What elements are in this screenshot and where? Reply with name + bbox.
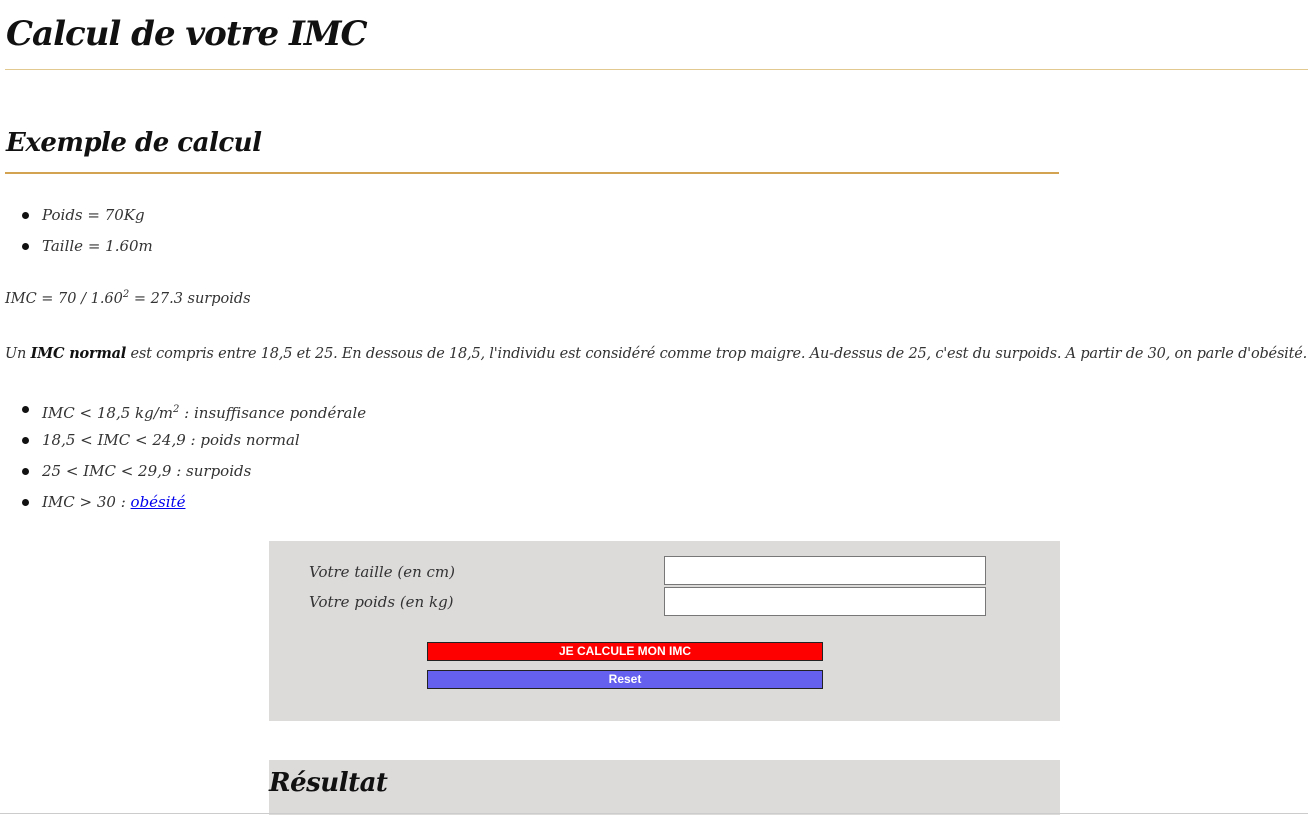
bullet-icon xyxy=(22,243,29,250)
weight-label: Votre poids (en kg) xyxy=(309,593,454,611)
result-title: Résultat xyxy=(269,768,388,798)
height-label: Votre taille (en cm) xyxy=(309,563,455,581)
formula-text: IMC = 70 / 1.602 = 27.3 surpoids xyxy=(5,289,251,307)
formula-result: = 27.3 surpoids xyxy=(129,290,251,307)
page-title: Calcul de votre IMC xyxy=(6,14,368,54)
info-bold: IMC normal xyxy=(30,345,127,362)
range-overweight: 25 < IMC < 29,9 : surpoids xyxy=(42,462,252,480)
section-divider xyxy=(5,172,1059,174)
reset-button[interactable]: Reset xyxy=(427,670,823,689)
range-underweight: IMC < 18,5 kg/m xyxy=(42,404,174,422)
range-underweight-label: : insuffisance pondérale xyxy=(179,404,367,422)
bullet-icon xyxy=(22,212,29,219)
weight-input[interactable] xyxy=(664,587,986,616)
result-panel: Résultat xyxy=(269,760,1060,815)
list-item: Poids = 70Kg xyxy=(22,200,153,231)
bmi-form: Votre taille (en cm) Votre poids (en kg)… xyxy=(269,541,1060,721)
example-list: Poids = 70Kg Taille = 1.60m xyxy=(22,200,153,262)
bullet-icon xyxy=(22,499,29,506)
example-weight: Poids = 70Kg xyxy=(42,206,145,224)
range-list: IMC < 18,5 kg/m2 : insuffisance pondéral… xyxy=(22,394,366,518)
bullet-icon xyxy=(22,468,29,475)
info-paragraph: Un IMC normal est compris entre 18,5 et … xyxy=(5,345,1307,362)
list-item: IMC > 30 : obésité xyxy=(22,487,366,518)
list-item: 25 < IMC < 29,9 : surpoids xyxy=(22,456,366,487)
range-obesity: IMC > 30 : xyxy=(42,493,131,511)
range-normal: 18,5 < IMC < 24,9 : poids normal xyxy=(42,431,300,449)
example-section-title: Exemple de calcul xyxy=(6,128,262,158)
formula-base: IMC = 70 / 1.60 xyxy=(5,290,123,307)
calculate-button[interactable]: JE CALCULE MON IMC xyxy=(427,642,823,661)
bottom-divider xyxy=(0,813,1308,814)
info-prefix: Un xyxy=(5,346,31,362)
title-divider xyxy=(5,69,1308,70)
list-item: IMC < 18,5 kg/m2 : insuffisance pondéral… xyxy=(22,394,366,425)
bullet-icon xyxy=(22,437,29,444)
example-height: Taille = 1.60m xyxy=(42,237,153,255)
info-text: est compris entre 18,5 et 25. En dessous… xyxy=(126,346,1308,362)
bullet-icon xyxy=(22,406,29,413)
list-item: 18,5 < IMC < 24,9 : poids normal xyxy=(22,425,366,456)
list-item: Taille = 1.60m xyxy=(22,231,153,262)
height-input[interactable] xyxy=(664,556,986,585)
obesity-link[interactable]: obésité xyxy=(131,493,186,511)
